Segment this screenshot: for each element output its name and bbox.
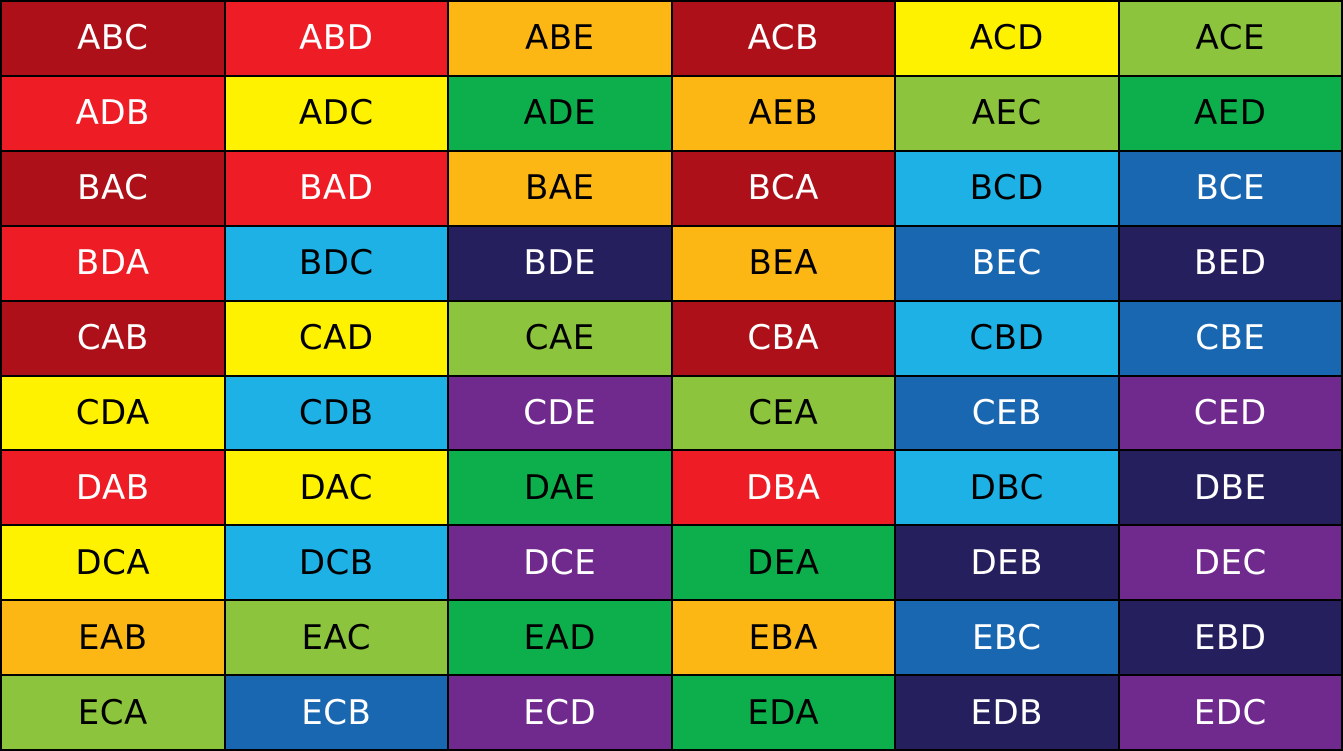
grid-cell: EBA — [672, 601, 894, 675]
grid-cell: BDC — [225, 226, 447, 300]
grid-cell: DBE — [1119, 451, 1341, 525]
grid-cell: CDB — [225, 376, 447, 450]
grid-cell: CBD — [896, 301, 1118, 375]
grid-cell: BCA — [672, 151, 894, 225]
grid-cell: EDC — [1119, 676, 1341, 749]
grid-cell: ECB — [225, 676, 447, 749]
grid-cell: ABE — [449, 2, 671, 75]
grid-cell: CAE — [449, 301, 671, 375]
grid-cell: ABC — [2, 2, 224, 75]
grid-cell: EAC — [225, 601, 447, 675]
grid-cell: DAE — [449, 451, 671, 525]
grid-cell: EBC — [896, 601, 1118, 675]
grid-cell: DEC — [1119, 526, 1341, 600]
grid-cell: CDA — [2, 376, 224, 450]
grid-cell: DAB — [2, 451, 224, 525]
grid-cell: BEC — [896, 226, 1118, 300]
grid-cell: EAB — [2, 601, 224, 675]
grid-cell: CEA — [672, 376, 894, 450]
grid-cell: ECD — [449, 676, 671, 749]
grid-cell: EAD — [449, 601, 671, 675]
grid-cell: BDA — [2, 226, 224, 300]
grid-cell: BCE — [1119, 151, 1341, 225]
grid-cell: ACB — [672, 2, 894, 75]
grid-cell: CBE — [1119, 301, 1341, 375]
grid-cell: CAB — [2, 301, 224, 375]
grid-cell: DCA — [2, 526, 224, 600]
permutation-grid: ABC ABD ABE ACB ACD ACE ADB ADC ADE AEB AEC AED BAC B… — [0, 0, 1343, 751]
grid-cell: EDB — [896, 676, 1118, 749]
grid-cell: CBA — [672, 301, 894, 375]
grid-cell: DBC — [896, 451, 1118, 525]
grid-cell: EDA — [672, 676, 894, 749]
grid-cell: ECA — [2, 676, 224, 749]
grid-cell: BDE — [449, 226, 671, 300]
grid-cell: AED — [1119, 76, 1341, 150]
grid-cell: ACD — [896, 2, 1118, 75]
grid-cell: AEB — [672, 76, 894, 150]
grid-cell: DCB — [225, 526, 447, 600]
grid-cell: ADB — [2, 76, 224, 150]
grid-cell: ADE — [449, 76, 671, 150]
grid-cell: CEB — [896, 376, 1118, 450]
grid-cell: AEC — [896, 76, 1118, 150]
grid-cell: DAC — [225, 451, 447, 525]
grid-cell: BAC — [2, 151, 224, 225]
grid-cell: DBA — [672, 451, 894, 525]
grid-cell: ACE — [1119, 2, 1341, 75]
grid-cell: EBD — [1119, 601, 1341, 675]
grid-cell: CED — [1119, 376, 1341, 450]
grid-cell: BAD — [225, 151, 447, 225]
grid-cell: ABD — [225, 2, 447, 75]
grid-cell: BCD — [896, 151, 1118, 225]
grid-cell: DEB — [896, 526, 1118, 600]
grid-cell: ADC — [225, 76, 447, 150]
grid-cell: BED — [1119, 226, 1341, 300]
grid-cell: BAE — [449, 151, 671, 225]
grid-cell: BEA — [672, 226, 894, 300]
grid-cell: CDE — [449, 376, 671, 450]
grid-cell: DCE — [449, 526, 671, 600]
grid-cell: CAD — [225, 301, 447, 375]
grid-cell: DEA — [672, 526, 894, 600]
